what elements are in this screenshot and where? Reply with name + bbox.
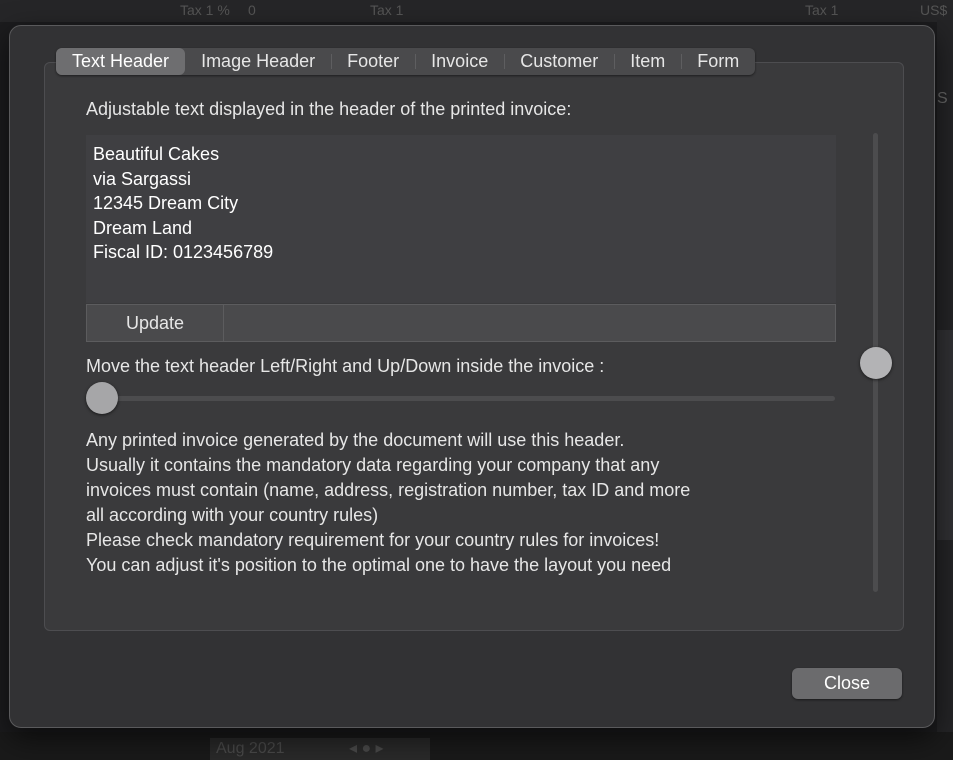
header-text-caption: Adjustable text displayed in the header … [86, 99, 572, 119]
horizontal-position-track[interactable] [86, 396, 835, 401]
tab-customer[interactable]: Customer [504, 48, 614, 75]
update-button[interactable]: Update [87, 305, 224, 341]
background-calendar-bar: Aug 2021 ◂ ● ▸ [0, 732, 953, 760]
update-bar: Update [86, 304, 836, 342]
tab-image-header[interactable]: Image Header [185, 48, 331, 75]
background-tax-header: Tax 1 [370, 2, 404, 18]
tab-text-header[interactable]: Text Header [56, 48, 186, 75]
vertical-position-slider-thumb[interactable] [860, 346, 892, 379]
description-line: Usually it contains the mandatory data r… [86, 455, 660, 475]
background-tax-label: Tax 1 % [180, 2, 230, 18]
header-description: Any printed invoice generated by the doc… [86, 428, 690, 578]
close-button[interactable]: Close [792, 668, 902, 699]
description-line: invoices must contain (name, address, re… [86, 480, 691, 500]
background-month: Aug 2021 ◂ ● ▸ [210, 738, 430, 760]
background-right-panel: S [937, 20, 953, 732]
tab-item[interactable]: Item [614, 48, 681, 75]
description-line: all according with your country rules) [86, 505, 379, 525]
horizontal-position-slider-thumb[interactable] [86, 382, 118, 414]
background-month-nav-icon: ◂ ● ▸ [348, 740, 384, 757]
position-caption: Move the text header Left/Right and Up/D… [86, 356, 605, 376]
background-toolbar: Tax 1 % 0 Tax 1 Tax 1 US$ [0, 0, 953, 22]
background-tax-header-2: Tax 1 [805, 2, 839, 18]
header-line: Fiscal ID: 0123456789 [93, 242, 274, 262]
tab-footer[interactable]: Footer [331, 48, 415, 75]
tab-bar: Text Header Image Header Footer Invoice … [56, 48, 756, 75]
tab-form[interactable]: Form [681, 48, 755, 75]
description-line: Please check mandatory requirement for y… [86, 530, 660, 550]
description-line: You can adjust it's position to the opti… [86, 555, 672, 575]
settings-dialog: Text Header Image Header Footer Invoice … [9, 25, 935, 728]
header-line: Dream Land [93, 217, 193, 238]
header-line: via Sargassi [93, 168, 192, 189]
header-line: Beautiful Cakes [93, 144, 220, 164]
background-month-label: Aug 2021 [216, 740, 285, 757]
header-text-editor[interactable]: Beautiful Cakes via Sargassi 12345 Dream… [86, 135, 836, 303]
background-currency: US$ [920, 2, 948, 18]
header-line: 12345 Dream City [93, 193, 239, 213]
description-line: Any printed invoice generated by the doc… [86, 430, 625, 450]
tab-invoice[interactable]: Invoice [415, 48, 504, 75]
background-fragment: S [937, 90, 948, 107]
background-tax-value: 0 [248, 2, 256, 18]
background-block [937, 330, 953, 540]
